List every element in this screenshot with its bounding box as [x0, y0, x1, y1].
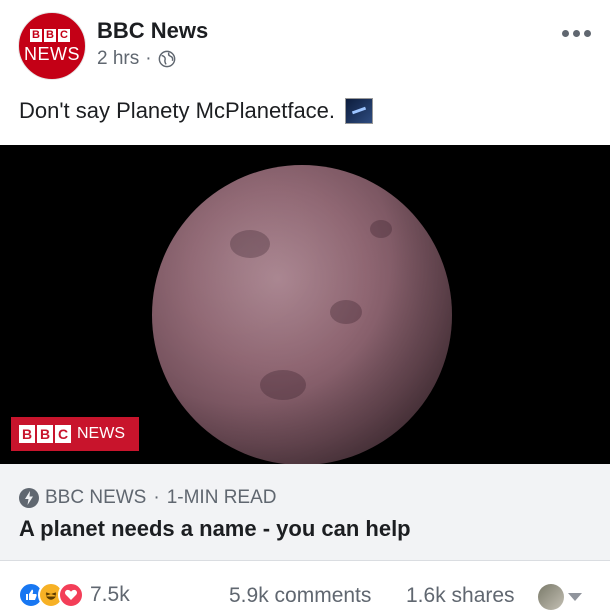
page-name-link[interactable]: BBC News: [97, 18, 208, 44]
watermark-letter: B: [37, 425, 53, 443]
bbc-news-watermark: B B C NEWS: [11, 417, 139, 451]
watermark-letter: C: [55, 425, 71, 443]
divider: [0, 560, 610, 561]
logo-word: NEWS: [24, 44, 80, 64]
night-sky-emoji-icon: [345, 98, 374, 124]
link-title[interactable]: A planet needs a name - you can help: [19, 516, 411, 542]
meta-separator: ·: [145, 48, 152, 69]
shares-count-link[interactable]: 1.6k shares: [406, 584, 515, 608]
planet-shading: [152, 165, 452, 465]
dot-icon: [562, 29, 569, 37]
post-caption: Don't say Planety McPlanetface.: [19, 98, 374, 124]
caption-text: Don't say Planety McPlanetface.: [19, 98, 336, 123]
logo-letter: C: [58, 29, 70, 42]
reactions-summary[interactable]: 7.5k: [18, 582, 130, 608]
dot-icon: [573, 29, 580, 37]
watermark-letter: B: [19, 425, 35, 443]
source-separator: ·: [153, 487, 160, 508]
logo-letter: B: [44, 29, 56, 42]
love-icon: [58, 582, 84, 608]
instant-article-bolt-icon: [19, 488, 39, 508]
viewer-avatar[interactable]: [538, 584, 564, 610]
more-options-button[interactable]: [562, 26, 594, 40]
post-header: B B C NEWS BBC News 2 hrs ·: [0, 0, 610, 92]
globe-icon[interactable]: [158, 50, 176, 68]
bbc-logo: B B C: [30, 29, 70, 42]
post-meta: 2 hrs ·: [97, 48, 176, 70]
reaction-count: 7.5k: [90, 583, 130, 606]
page-avatar[interactable]: B B C NEWS: [18, 12, 86, 80]
post-timestamp[interactable]: 2 hrs: [97, 48, 139, 70]
link-source-row: BBC NEWS · 1-MIN READ: [19, 487, 276, 509]
link-read-time: 1-MIN READ: [166, 487, 277, 508]
dot-icon: [584, 29, 591, 37]
link-source: BBC NEWS: [45, 487, 147, 508]
logo-letter: B: [30, 29, 42, 42]
watermark-word: NEWS: [77, 425, 125, 442]
comments-count-link[interactable]: 5.9k comments: [229, 584, 371, 608]
caret-down-icon[interactable]: [568, 593, 582, 601]
link-preview-footer[interactable]: [0, 464, 610, 560]
